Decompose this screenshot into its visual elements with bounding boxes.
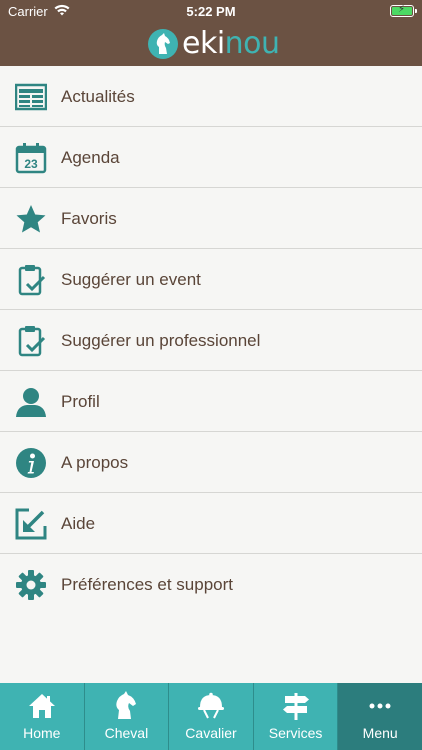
help-arrow-icon bbox=[15, 508, 47, 540]
tab-services[interactable]: Services bbox=[253, 683, 339, 750]
menu-item-actualites[interactable]: Actualités bbox=[0, 66, 422, 127]
star-icon bbox=[15, 203, 47, 235]
clock: 5:22 PM bbox=[186, 4, 236, 19]
tab-label: Services bbox=[268, 725, 323, 741]
gear-icon bbox=[15, 569, 47, 601]
calendar-day: 23 bbox=[24, 157, 38, 171]
menu-item-label: A propos bbox=[61, 453, 129, 472]
menu-item-preferences-support[interactable]: Préférences et support bbox=[0, 554, 422, 615]
tab-cheval[interactable]: Cheval bbox=[84, 683, 170, 750]
app-header: ekinou bbox=[0, 22, 422, 66]
clipboard-check-icon bbox=[15, 264, 47, 296]
newspaper-icon bbox=[14, 81, 48, 113]
menu-item-suggerer-event[interactable]: Suggérer un event bbox=[0, 249, 422, 310]
tab-bar: Home Cheval Cavalier Services Menu bbox=[0, 683, 422, 750]
menu-item-agenda[interactable]: 23 Agenda bbox=[0, 127, 422, 188]
battery-icon: ⚡ bbox=[390, 4, 417, 17]
person-icon bbox=[15, 386, 47, 418]
tab-label: Cheval bbox=[104, 725, 149, 741]
menu-item-aide[interactable]: Aide bbox=[0, 493, 422, 554]
menu-item-label: Agenda bbox=[61, 148, 120, 167]
menu-item-label: Suggérer un professionnel bbox=[61, 331, 261, 350]
menu-list: Actualités 23 Agenda Favoris Suggérer un… bbox=[0, 66, 422, 615]
calendar-icon: 23 bbox=[15, 142, 47, 174]
status-bar: Carrier 5:22 PM ⚡ bbox=[0, 0, 422, 22]
tab-label: Menu bbox=[362, 725, 398, 741]
menu-item-label: Aide bbox=[61, 514, 96, 533]
menu-item-label: Favoris bbox=[61, 209, 117, 228]
clipboard-check-icon bbox=[15, 325, 47, 357]
tab-home[interactable]: Home bbox=[0, 683, 85, 750]
tab-menu[interactable]: Menu bbox=[338, 683, 422, 750]
logo-suffix: nou bbox=[224, 26, 280, 61]
logo-prefix: eki bbox=[182, 26, 225, 61]
more-icon bbox=[365, 691, 395, 721]
info-icon bbox=[15, 447, 47, 479]
ekinou-logo: ekinou bbox=[148, 28, 280, 60]
signpost-icon bbox=[281, 691, 311, 721]
tab-label: Cavalier bbox=[185, 725, 237, 741]
menu-item-suggerer-professionnel[interactable]: Suggérer un professionnel bbox=[0, 310, 422, 371]
riding-helmet-icon bbox=[196, 691, 226, 721]
logo-wordmark: ekinou bbox=[182, 28, 280, 60]
horse-head-logo-icon bbox=[148, 29, 178, 59]
menu-item-favoris[interactable]: Favoris bbox=[0, 188, 422, 249]
menu-item-label: Préférences et support bbox=[61, 575, 233, 594]
menu-item-label: Profil bbox=[61, 392, 100, 411]
tab-label: Home bbox=[23, 725, 61, 741]
house-icon bbox=[27, 691, 57, 721]
horse-icon bbox=[111, 691, 141, 721]
tab-cavalier[interactable]: Cavalier bbox=[169, 683, 254, 750]
menu-item-profil[interactable]: Profil bbox=[0, 371, 422, 432]
menu-item-label: Suggérer un event bbox=[61, 270, 201, 289]
menu-item-label: Actualités bbox=[61, 87, 135, 106]
menu-item-a-propos[interactable]: A propos bbox=[0, 432, 422, 493]
